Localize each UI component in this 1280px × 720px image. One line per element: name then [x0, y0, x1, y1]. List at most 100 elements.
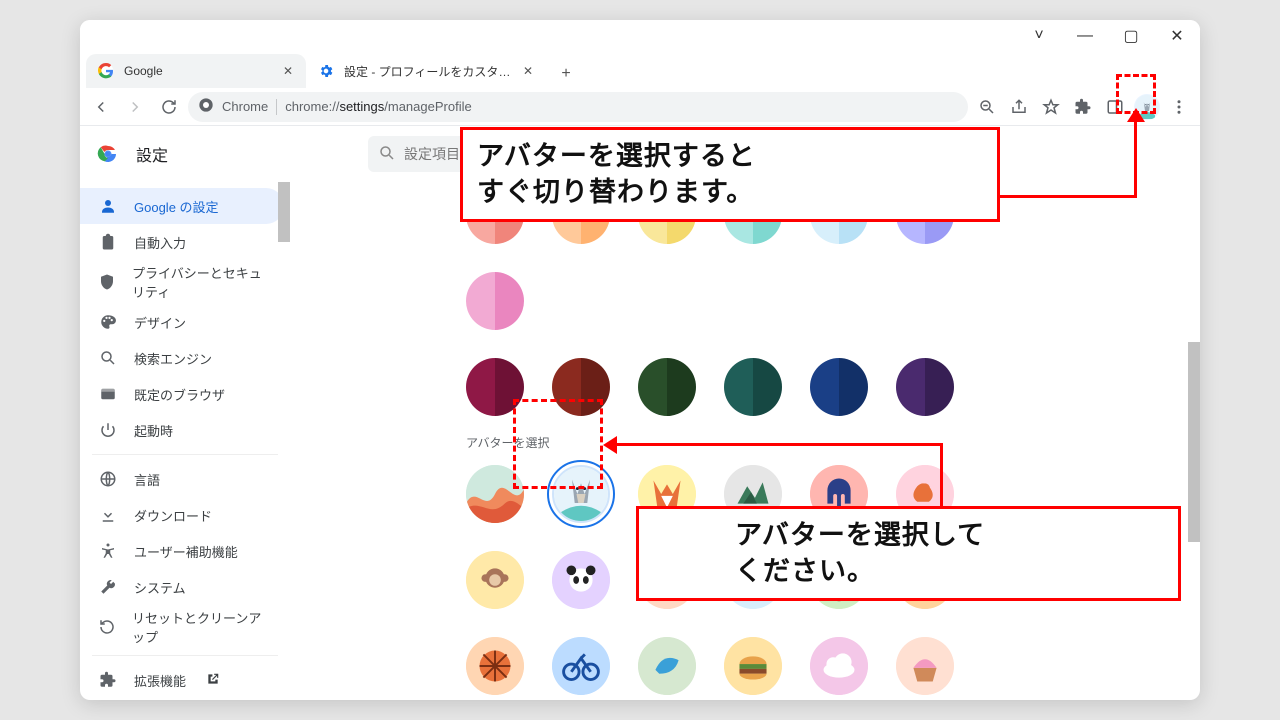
annotation-arrow-up [1127, 108, 1145, 122]
window-icon [98, 385, 118, 403]
settings-sidebar: Google の設定自動入力プライバシーとセキュリティデザイン検索エンジン既定の… [80, 182, 290, 700]
avatar-option-panda[interactable] [552, 551, 610, 609]
annotation-callout-step: アバターを選択して ください。 [636, 506, 1181, 601]
search-icon [378, 144, 396, 165]
tab-strip: Google ✕ 設定 - プロフィールをカスタマイズ ✕ + [80, 52, 1200, 88]
annotation-arrow-left [603, 436, 617, 454]
sidebar-item-reset[interactable]: リセットとクリーンアップ [80, 605, 284, 649]
gear-icon [316, 63, 336, 79]
tab-title: 設定 - プロフィールをカスタマイズ [344, 63, 512, 80]
avatar-option-basketball[interactable] [466, 637, 524, 695]
sidebar-item-label: 既定のブラウザ [134, 385, 225, 404]
avatar-option-burger[interactable] [724, 637, 782, 695]
theme-color-swatch[interactable] [724, 358, 782, 416]
toolbar-right-icons [972, 92, 1194, 122]
search-icon [98, 349, 118, 367]
avatar-option-cupcake[interactable] [896, 637, 954, 695]
toolbar: Chrome chrome://settings/manageProfile [80, 88, 1200, 126]
sidebar-item-puzzle[interactable]: 拡張機能 [80, 662, 284, 698]
sidebar-item-label: プライバシーとセキュリティ [132, 263, 266, 301]
sidebar-item-label: システム [134, 578, 186, 597]
reload-button[interactable] [154, 92, 184, 122]
google-icon [96, 63, 116, 79]
avatar-option-bicycle[interactable] [552, 637, 610, 695]
sidebar-item-label: 起動時 [134, 421, 173, 440]
sidebar-item-label: 拡張機能 [134, 671, 186, 690]
avatar-option-cloud[interactable] [810, 637, 868, 695]
sidebar-item-label: ユーザー補助機能 [134, 542, 238, 561]
sidebar-item-palette[interactable]: デザイン [80, 304, 284, 340]
accessibility-icon [98, 542, 118, 560]
menu-icon[interactable] [1164, 92, 1194, 122]
wrench-icon [98, 578, 118, 596]
sidebar-item-accessibility[interactable]: ユーザー補助機能 [80, 533, 284, 569]
annotation-dashbox-selected-avatar [513, 399, 603, 489]
bookmark-icon[interactable] [1036, 92, 1066, 122]
annotation-callout-top: アバターを選択すると すぐ切り替わります。 [460, 127, 1000, 222]
theme-color-swatch[interactable] [466, 272, 524, 330]
theme-color-swatch[interactable] [810, 358, 868, 416]
main-scrollbar[interactable] [1188, 182, 1200, 700]
url-text: chrome://settings/manageProfile [285, 99, 471, 114]
tab-google[interactable]: Google ✕ [86, 54, 306, 88]
avatar-option-bird[interactable] [638, 637, 696, 695]
chrome-logo-icon [96, 142, 120, 166]
close-window-button[interactable]: ✕ [1154, 20, 1200, 52]
separator [276, 99, 277, 115]
theme-color-swatch[interactable] [638, 358, 696, 416]
external-link-icon [206, 672, 220, 689]
annotation-connector-bottom-v [940, 445, 943, 510]
zoom-icon[interactable] [972, 92, 1002, 122]
back-button[interactable] [86, 92, 116, 122]
sidebar-item-shield[interactable]: プライバシーとセキュリティ [80, 260, 284, 304]
sidebar-item-label: 言語 [134, 470, 160, 489]
reset-icon [98, 618, 116, 636]
chrome-label: Chrome [222, 99, 268, 114]
avatar-option-monkey[interactable] [466, 551, 524, 609]
sidebar-item-label: デザイン [134, 313, 186, 332]
sidebar-item-clipboard[interactable]: 自動入力 [80, 224, 284, 260]
sidebar-item-globe[interactable]: 言語 [80, 461, 284, 497]
palette-icon [98, 313, 118, 331]
sidebar-item-window[interactable]: 既定のブラウザ [80, 376, 284, 412]
sidebar-item-label: リセットとクリーンアップ [132, 608, 266, 646]
shield-icon [98, 273, 116, 291]
window-dropdown-button[interactable]: ˅ [1016, 20, 1062, 52]
minimize-button[interactable]: — [1062, 20, 1108, 52]
sidebar-item-power[interactable]: 起動時 [80, 412, 284, 448]
globe-icon [98, 470, 118, 488]
sidebar-item-search[interactable]: 検索エンジン [80, 340, 284, 376]
settings-main: アバターを選択 [290, 182, 1200, 700]
sidebar-item-label: 自動入力 [134, 233, 186, 252]
annotation-connector-top-v [1134, 118, 1137, 198]
chrome-page-icon [198, 97, 214, 116]
nav-divider [92, 655, 278, 656]
tab-title: Google [124, 64, 272, 78]
theme-color-swatch[interactable] [896, 358, 954, 416]
annotation-connector-bottom-h [616, 443, 943, 446]
sidebar-item-download[interactable]: ダウンロード [80, 497, 284, 533]
power-icon [98, 421, 118, 439]
close-tab-button[interactable]: ✕ [280, 63, 296, 79]
sidebar-item-label: ダウンロード [134, 506, 212, 525]
window-controls: ˅ — ▢ ✕ [80, 20, 1200, 52]
maximize-button[interactable]: ▢ [1108, 20, 1154, 52]
sidebar-item-person[interactable]: Google の設定 [80, 188, 284, 224]
forward-button[interactable] [120, 92, 150, 122]
sidebar-item-label: Google の設定 [134, 197, 219, 216]
address-bar[interactable]: Chrome chrome://settings/manageProfile [188, 92, 968, 122]
person-icon [98, 197, 118, 215]
close-tab-button[interactable]: ✕ [520, 63, 536, 79]
new-tab-button[interactable]: + [552, 60, 580, 88]
download-icon [98, 506, 118, 524]
extensions-icon[interactable] [1068, 92, 1098, 122]
tab-settings[interactable]: 設定 - プロフィールをカスタマイズ ✕ [306, 54, 546, 88]
puzzle-icon [98, 671, 118, 689]
share-icon[interactable] [1004, 92, 1034, 122]
clipboard-icon [98, 233, 118, 251]
sidebar-item-wrench[interactable]: システム [80, 569, 284, 605]
sidebar-item-label: 検索エンジン [134, 349, 212, 368]
sidebar-scrollbar[interactable] [278, 182, 290, 700]
annotation-connector-top-h [1000, 195, 1135, 198]
avatar-row-3 [446, 637, 1044, 695]
